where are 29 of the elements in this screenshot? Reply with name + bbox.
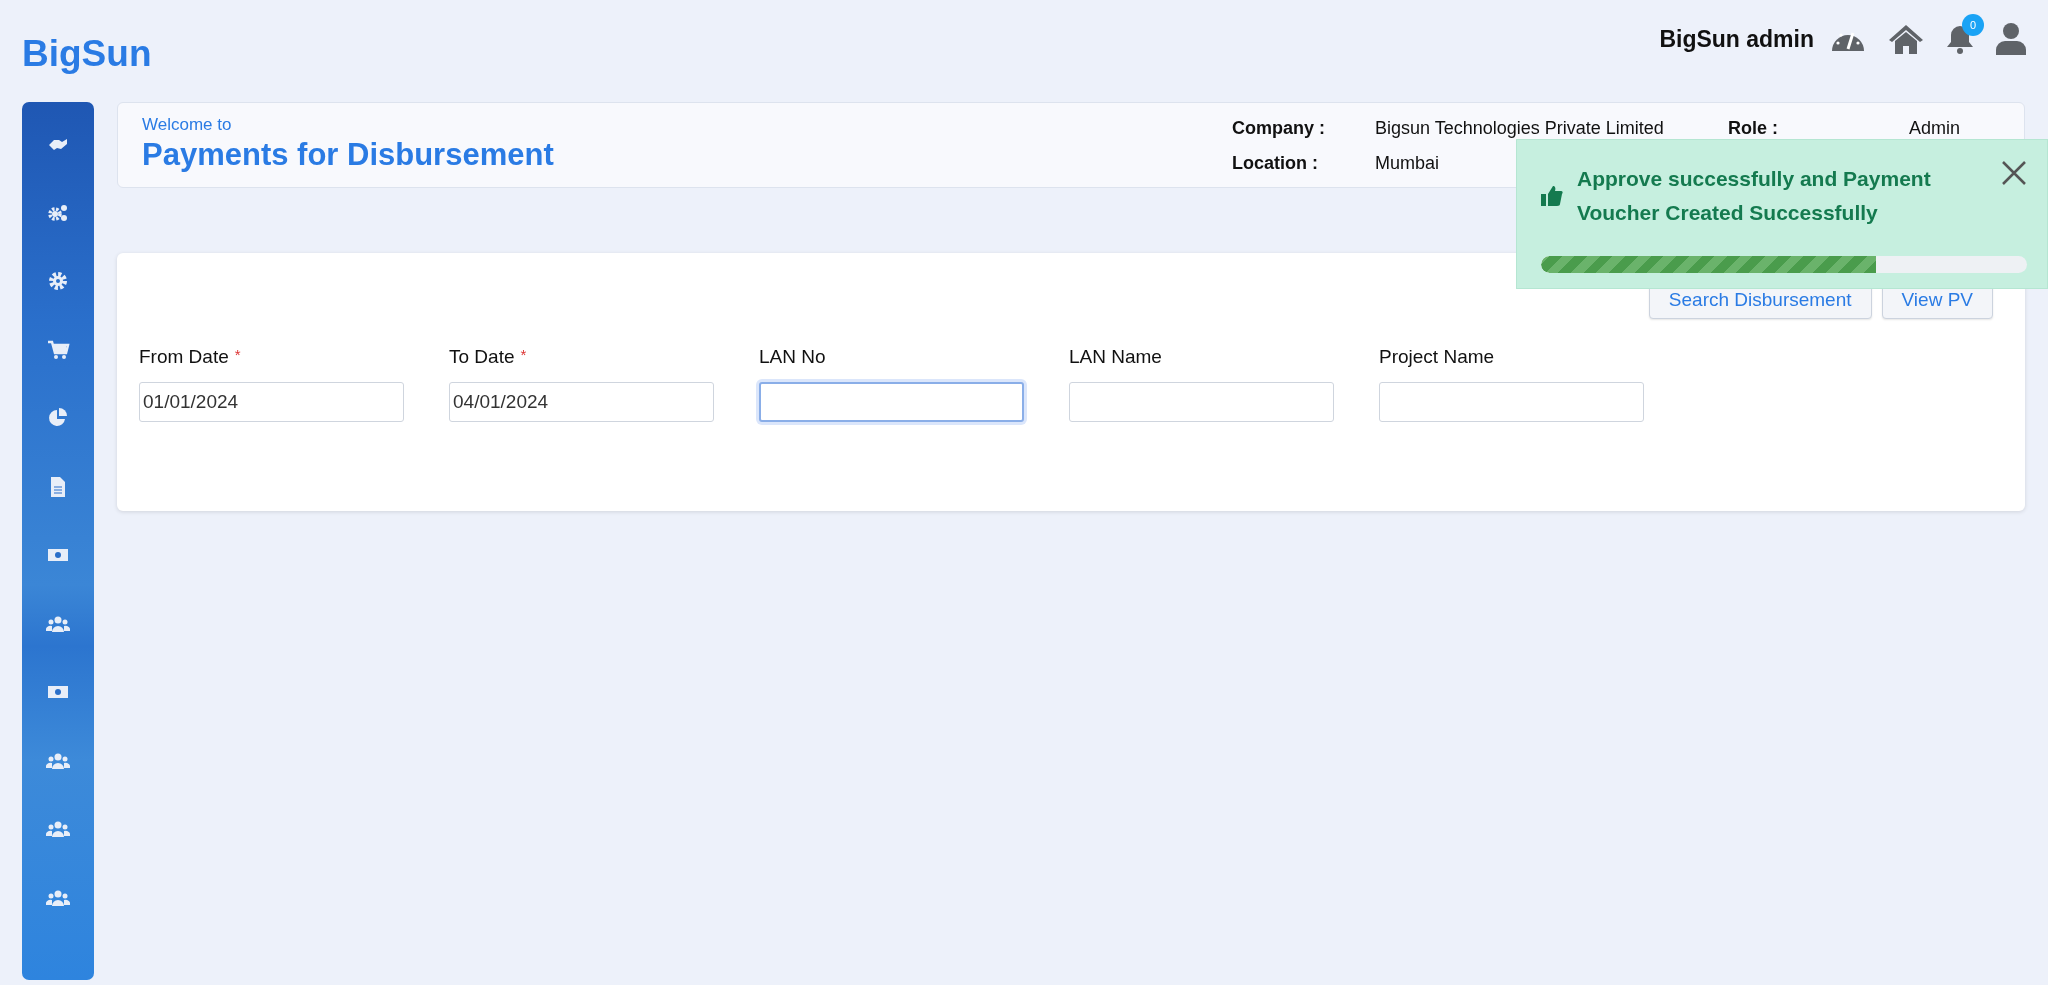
field-label: LAN No xyxy=(759,346,827,368)
required-mark: * xyxy=(520,346,527,363)
info-value: Bigsun Technologies Private Limited xyxy=(1375,118,1665,139)
user-name: BigSun admin xyxy=(1659,25,1814,53)
info-label: Company : xyxy=(1232,118,1326,139)
toast-message: Approve successfully and Payment Voucher Created Successfully xyxy=(1577,166,1932,226)
input-field[interactable] xyxy=(759,382,1024,422)
input-field[interactable]: 04/01/2024 xyxy=(449,382,714,422)
field-label: To Date * xyxy=(449,346,528,368)
input-field[interactable]: 01/01/2024 xyxy=(139,382,404,422)
thumbs-up-icon xyxy=(1541,185,1563,207)
input-field[interactable] xyxy=(1069,382,1334,422)
user-icon[interactable] xyxy=(1996,23,2026,55)
field-label: LAN Name xyxy=(1069,346,1163,368)
welcome-text: Welcome to xyxy=(142,115,233,135)
input-field[interactable] xyxy=(1379,382,1644,422)
home-icon[interactable] xyxy=(1888,24,1924,54)
gear-icon[interactable] xyxy=(46,269,70,293)
notification-count: 0 xyxy=(1962,14,1984,36)
info-label: Location : xyxy=(1232,153,1319,174)
brand-logo[interactable]: BigSun xyxy=(22,33,152,75)
info-value: Mumbai xyxy=(1375,153,1441,174)
info-value: Admin xyxy=(1909,118,1962,139)
info-label: Role : xyxy=(1728,118,1779,139)
required-mark: * xyxy=(234,346,241,363)
field-label: Project Name xyxy=(1379,346,1496,368)
close-icon[interactable] xyxy=(2001,160,2027,186)
field-label: From Date * xyxy=(139,346,242,368)
page-title: Payments for Disbursement xyxy=(142,137,554,173)
